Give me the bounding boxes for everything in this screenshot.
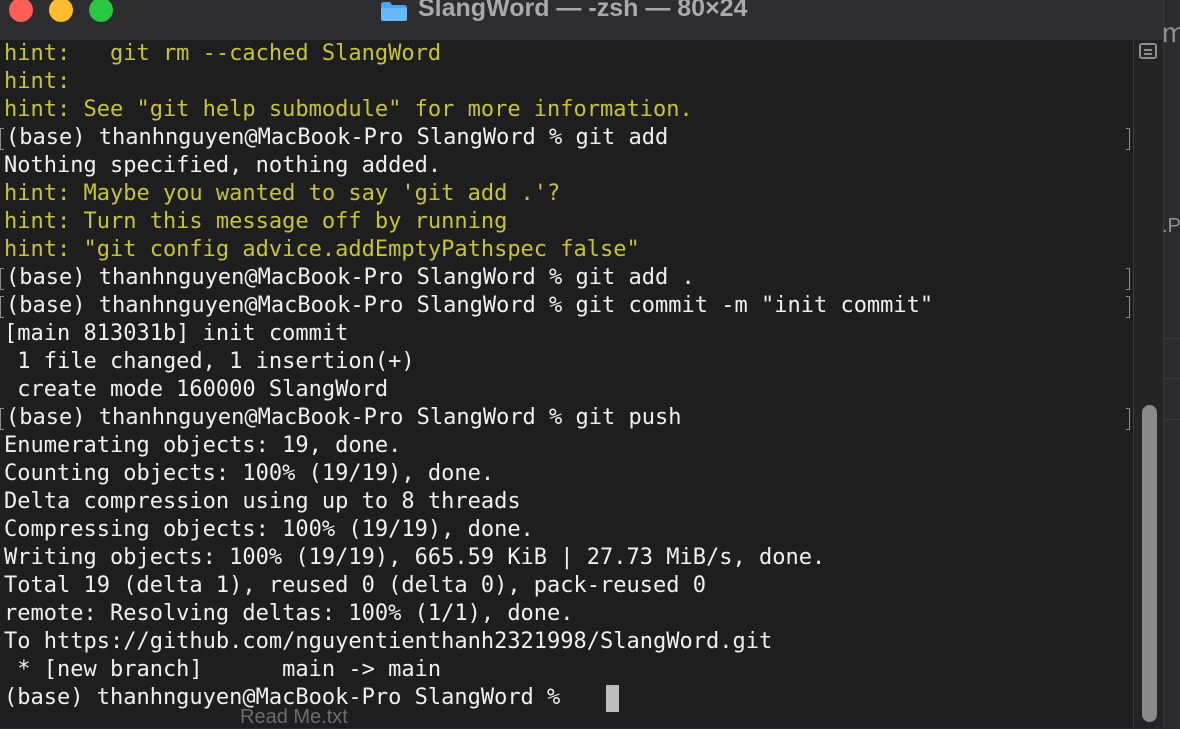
terminal-line: remote: Resolving deltas: 100% (1/1), do… [4, 601, 574, 626]
command-marker-left [0, 128, 4, 150]
terminal-line: [main 813031b] init commit [4, 321, 349, 346]
prompt-line: (base) thanhnguyen@MacBook-Pro SlangWord… [6, 293, 934, 318]
background-divider [1164, 378, 1180, 379]
terminal-line: Compressing objects: 100% (19/19), done. [4, 517, 534, 542]
command-marker-right [1126, 128, 1130, 150]
terminal-line: To https://github.com/nguyentienthanh232… [4, 629, 773, 654]
marked-lines-icon[interactable] [1139, 43, 1157, 59]
terminal-line: Total 19 (delta 1), reused 0 (delta 0), … [4, 573, 706, 598]
terminal-line: hint: [4, 69, 71, 94]
background-divider [1164, 419, 1180, 420]
prompt-line: (base) thanhnguyen@MacBook-Pro SlangWord… [6, 265, 695, 290]
command-marker-right [1126, 296, 1130, 318]
folder-icon [381, 2, 407, 21]
command-marker-left [0, 296, 4, 318]
background-file-name: Read Me.txt [240, 706, 348, 728]
terminal-line: * [new branch] main -> main [4, 657, 442, 682]
window-title: SlangWord — -zsh — 80×24 [418, 0, 748, 22]
terminal-line: hint: "git config advice.addEmptyPathspe… [4, 237, 640, 262]
terminal-line: hint: git rm --cached SlangWord [4, 41, 442, 66]
minimize-button[interactable] [49, 0, 73, 22]
terminal-line: hint: See "git help submodule" for more … [4, 97, 693, 122]
command-marker-right [1126, 408, 1130, 430]
terminal-window: SlangWord — -zsh — 80×24 hint: git rm --… [0, 0, 1164, 728]
title-bar[interactable]: SlangWord — -zsh — 80×24 [0, 0, 1163, 41]
vertical-scrollbar[interactable] [1133, 40, 1163, 728]
background-window-fragment: .P [1162, 215, 1180, 237]
terminal-line: Counting objects: 100% (19/19), done. [4, 461, 495, 486]
terminal-line: Nothing specified, nothing added. [4, 153, 442, 178]
background-divider [1164, 338, 1180, 339]
command-marker-left [0, 408, 4, 430]
terminal-line: 1 file changed, 1 insertion(+) [4, 349, 415, 374]
terminal-line: Writing objects: 100% (19/19), 665.59 Ki… [4, 545, 826, 570]
scrollbar-thumb[interactable] [1142, 405, 1157, 722]
terminal-line: hint: Turn this message off by running [4, 209, 508, 234]
terminal-cursor [606, 685, 619, 712]
prompt-line: (base) thanhnguyen@MacBook-Pro SlangWord… [6, 125, 669, 150]
command-marker-left [0, 268, 4, 290]
prompt-line: (base) thanhnguyen@MacBook-Pro SlangWord… [6, 405, 682, 430]
terminal-line: hint: Maybe you wanted to say 'git add .… [4, 181, 561, 206]
zoom-button[interactable] [89, 0, 113, 22]
background-window-fragment: m [1162, 17, 1180, 48]
close-button[interactable] [9, 0, 33, 22]
command-marker-right [1126, 268, 1130, 290]
terminal-line: Enumerating objects: 19, done. [4, 433, 402, 458]
window-title-group: SlangWord — -zsh — 80×24 [380, 0, 747, 23]
terminal-line: create mode 160000 SlangWord [4, 377, 389, 402]
terminal-line: Delta compression using up to 8 threads [4, 489, 521, 514]
terminal-output[interactable]: hint: git rm --cached SlangWord hint: hi… [0, 40, 1133, 728]
